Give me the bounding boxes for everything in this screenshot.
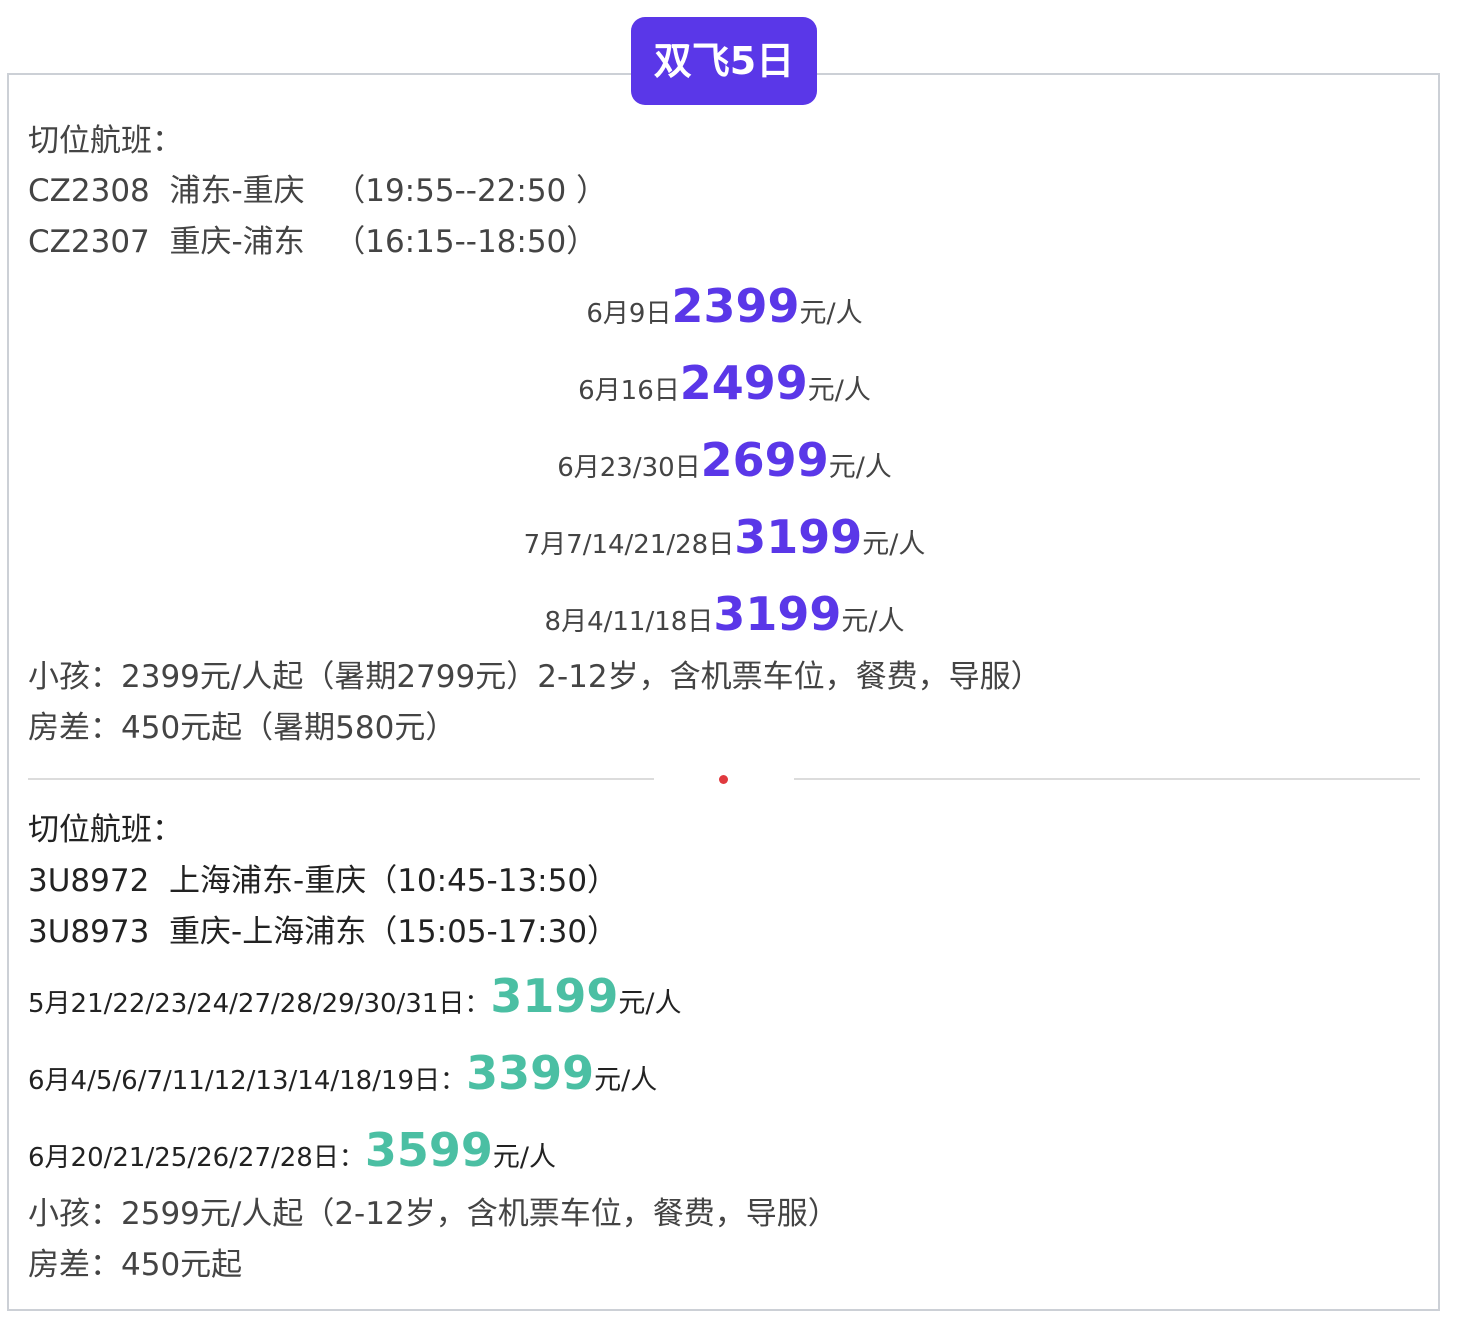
section2-child-price: 小孩：2599元/人起（2-12岁，含机票车位，餐费，导服） — [28, 1196, 839, 1232]
price-unit: 元/人 — [828, 452, 892, 483]
price-amount: 3399 — [466, 1046, 595, 1100]
divider-line-right — [794, 778, 1420, 780]
price-date: 6月9日 — [586, 299, 672, 329]
price-amount: 3199 — [734, 510, 863, 564]
price-amount: 2699 — [700, 433, 829, 487]
section2-heading: 切位航班： — [28, 812, 183, 848]
section2-price-row: 5月21/22/23/24/27/28/29/30/31日：3199元/人 — [28, 966, 682, 1026]
price-unit: 元/人 — [841, 606, 905, 637]
section1-flight-return: CZ2307 重庆-浦东 （16:15--18:50） — [28, 224, 598, 260]
price-unit: 元/人 — [799, 298, 863, 329]
section1-heading: 切位航班： — [28, 123, 183, 159]
price-amount: 2399 — [671, 279, 800, 333]
section1-price-row: 8月4/11/18日3199元/人 — [8, 584, 1441, 644]
price-unit: 元/人 — [807, 375, 871, 406]
divider-dot — [719, 775, 728, 784]
price-unit: 元/人 — [862, 529, 926, 560]
price-date: 7月7/14/21/28日 — [523, 530, 735, 560]
price-date: 6月20/21/25/26/27/28日： — [28, 1143, 365, 1173]
price-amount: 3199 — [490, 969, 619, 1023]
section2-price-row: 6月20/21/25/26/27/28日：3599元/人 — [28, 1120, 556, 1180]
price-amount: 2499 — [679, 356, 808, 410]
price-unit: 元/人 — [618, 988, 682, 1019]
section1-child-price: 小孩：2399元/人起（暑期2799元）2-12岁，含机票车位，餐费，导服） — [28, 659, 1042, 695]
section1-flight-outbound: CZ2308 浦东-重庆 （19:55--22:50 ） — [28, 173, 608, 209]
price-unit: 元/人 — [492, 1142, 556, 1173]
section2-flight-outbound: 3U8972 上海浦东-重庆（10:45-13:50） — [28, 863, 619, 899]
section2-price-row: 6月4/5/6/7/11/12/13/14/18/19日：3399元/人 — [28, 1043, 657, 1103]
price-date: 5月21/22/23/24/27/28/29/30/31日： — [28, 989, 491, 1019]
price-date: 6月4/5/6/7/11/12/13/14/18/19日： — [28, 1066, 467, 1096]
price-date: 6月16日 — [578, 376, 680, 406]
price-date: 8月4/11/18日 — [544, 607, 714, 637]
section2-flight-return: 3U8973 重庆-上海浦东（15:05-17:30） — [28, 914, 619, 950]
section2-room-surcharge: 房差：450元起 — [28, 1247, 243, 1283]
divider-line-left — [28, 778, 654, 780]
section1-room-surcharge: 房差：450元起（暑期580元） — [28, 710, 457, 746]
price-date: 6月23/30日 — [557, 453, 701, 483]
section1-price-row: 6月23/30日2699元/人 — [8, 430, 1441, 490]
section1-price-row: 7月7/14/21/28日3199元/人 — [8, 507, 1441, 567]
package-title-badge: 双飞5日 — [631, 17, 817, 105]
price-unit: 元/人 — [594, 1065, 658, 1096]
section1-price-row: 6月16日2499元/人 — [8, 353, 1441, 413]
price-amount: 3599 — [364, 1123, 493, 1177]
price-amount: 3199 — [713, 587, 842, 641]
section1-price-row: 6月9日2399元/人 — [8, 276, 1441, 336]
